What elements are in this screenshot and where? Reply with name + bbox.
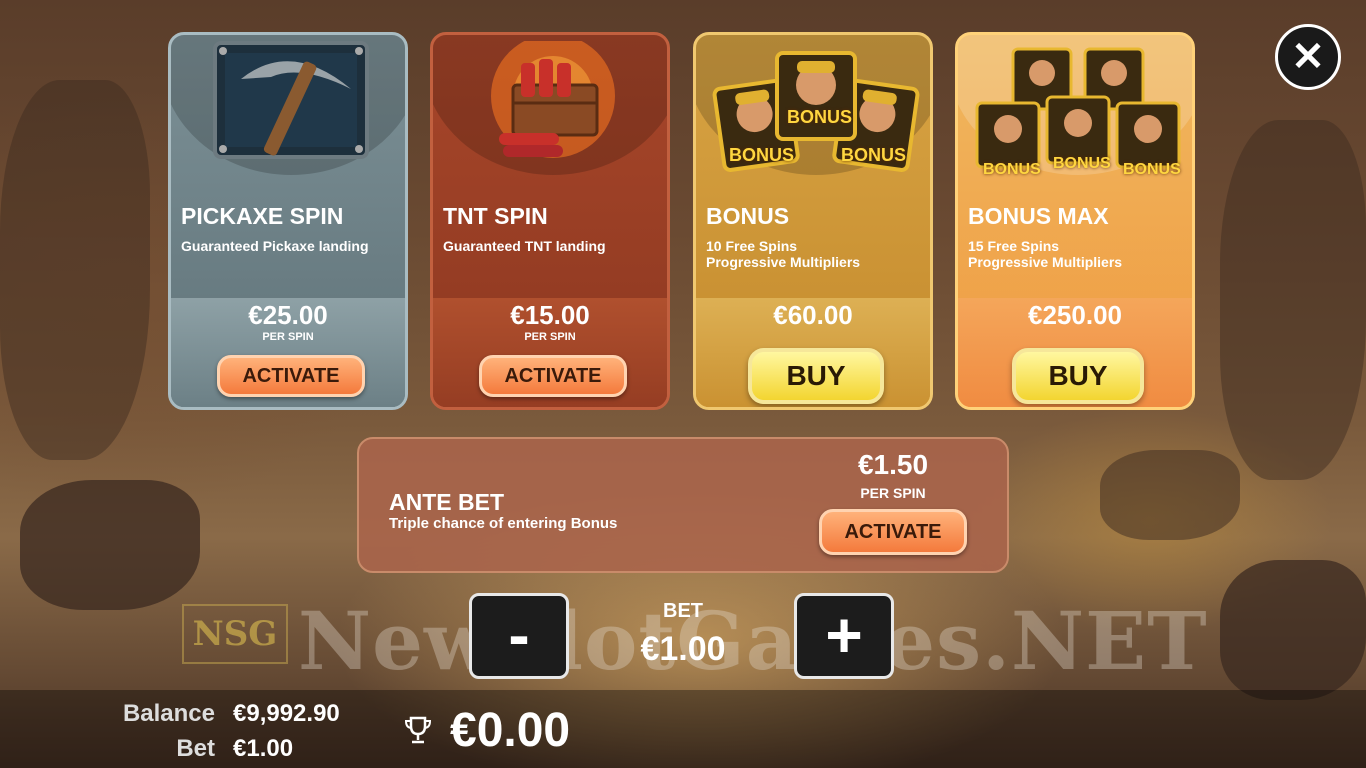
- bonus-symbols-icon: BONUS BONUS BONUS: [711, 49, 921, 189]
- buy-button[interactable]: BUY: [1012, 348, 1144, 404]
- minus-icon: -: [508, 599, 530, 671]
- background-rock: [1220, 120, 1366, 480]
- decrease-bet-button[interactable]: -: [469, 593, 569, 679]
- pickaxe-icon: [211, 39, 371, 161]
- card-description: 10 Free Spins Progressive Multipliers: [706, 238, 861, 270]
- card-price: €25.00: [248, 300, 328, 330]
- card-title: BONUS MAX: [968, 203, 1109, 229]
- bonus-symbol-label: BONUS: [983, 161, 1041, 178]
- bonus-symbol-label: BONUS: [1123, 161, 1181, 178]
- watermark-logo: NSG: [182, 604, 288, 664]
- bonus-symbol-label: BONUS: [787, 107, 853, 127]
- ante-bet-title: ANTE BET: [389, 489, 504, 515]
- bet-label: BET: [663, 600, 703, 622]
- card-price: €250.00: [1028, 300, 1122, 330]
- bet-value: €1.00: [640, 630, 726, 668]
- activate-button[interactable]: ACTIVATE: [479, 355, 627, 397]
- balance-label: Balance: [122, 700, 215, 727]
- bonus-max-symbols-icon: BONUS BONUS BONUS: [973, 45, 1183, 195]
- background-rock: [0, 80, 150, 460]
- pickaxe-spin-card: PICKAXE SPIN Guaranteed Pickaxe landing …: [168, 32, 408, 410]
- card-description: Guaranteed Pickaxe landing: [181, 238, 369, 254]
- increase-bet-button[interactable]: +: [794, 593, 894, 679]
- bonus-symbol-label: BONUS: [841, 145, 907, 165]
- card-price: €15.00: [510, 300, 590, 330]
- bonus-symbol-label: BONUS: [1053, 155, 1111, 172]
- ante-bet-panel: ANTE BET Triple chance of entering Bonus…: [357, 437, 1009, 573]
- bet-footer-label: Bet: [176, 735, 215, 762]
- background-rock: [1100, 450, 1240, 540]
- bonus-symbol-label: BONUS: [729, 145, 795, 165]
- win-amount: €0.00: [450, 704, 571, 757]
- card-title: TNT SPIN: [443, 203, 548, 229]
- tnt-spin-card: TNT SPIN Guaranteed TNT landing €15.00 P…: [430, 32, 670, 410]
- per-spin-label: PER SPIN: [524, 331, 576, 343]
- plus-icon: +: [825, 599, 863, 671]
- ante-bet-description: Triple chance of entering Bonus: [389, 515, 618, 532]
- close-button[interactable]: ✕: [1275, 24, 1341, 90]
- card-description: 15 Free Spins Progressive Multipliers: [968, 238, 1123, 270]
- background-rock: [1220, 560, 1366, 700]
- bet-footer-value: €1.00: [233, 735, 294, 762]
- close-icon: ✕: [1291, 35, 1325, 79]
- card-title: PICKAXE SPIN: [181, 203, 344, 229]
- bonus-max-card: BONUS BONUS BONUS BONUS MAX 15 Free Spin…: [955, 32, 1195, 410]
- ante-bet-price: €1.50: [857, 449, 929, 480]
- card-price: €60.00: [773, 300, 853, 330]
- tnt-icon: [473, 35, 633, 163]
- per-spin-label: PER SPIN: [860, 485, 926, 501]
- card-title: BONUS: [706, 203, 790, 229]
- trophy-icon: [402, 714, 434, 746]
- ante-activate-button[interactable]: ACTIVATE: [819, 509, 967, 555]
- bonus-card: BONUS BONUS BONUS BONUS 10 Free Spins Pr…: [693, 32, 933, 410]
- balance-value: €9,992.90: [233, 700, 340, 727]
- buy-button[interactable]: BUY: [748, 348, 884, 404]
- per-spin-label: PER SPIN: [262, 331, 314, 343]
- card-description: Guaranteed TNT landing: [443, 238, 606, 254]
- background-rock: [20, 480, 200, 610]
- activate-button[interactable]: ACTIVATE: [217, 355, 365, 397]
